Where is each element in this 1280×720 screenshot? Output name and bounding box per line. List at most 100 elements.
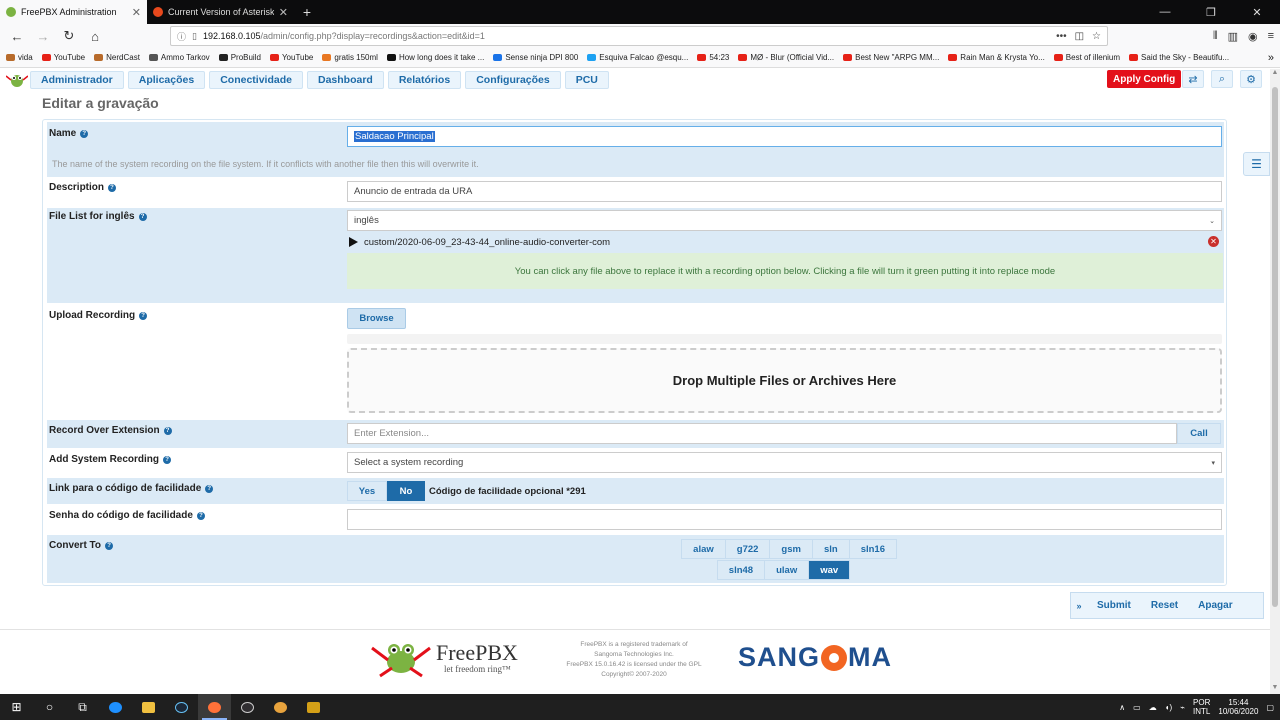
list-toggle-icon[interactable]: ☰	[1243, 152, 1270, 176]
network-icon[interactable]: ▭	[1133, 703, 1141, 712]
bookmark-item[interactable]: Esquiva Falcao @esqu...	[587, 53, 688, 62]
file-explorer-icon[interactable]	[132, 694, 165, 720]
menu-aplicacoes[interactable]: Aplicações	[127, 71, 206, 89]
notifications-icon[interactable]: ▢	[1266, 703, 1274, 712]
help-icon[interactable]: ?	[80, 129, 89, 138]
bookmark-item[interactable]: How long does it take ...	[386, 53, 484, 62]
windows-start-icon[interactable]: ⊞	[0, 694, 33, 720]
menu-pcu[interactable]: PCU	[564, 71, 609, 89]
task-view-icon[interactable]: ⧉	[66, 694, 99, 720]
submit-button[interactable]: Submit	[1087, 600, 1141, 611]
feature-code-no-button[interactable]: No	[387, 481, 425, 501]
feature-code-password-input[interactable]	[347, 509, 1222, 530]
convert-sln16-button[interactable]: sln16	[848, 539, 897, 559]
info-icon[interactable]: ⓘ	[177, 30, 186, 43]
language-select[interactable]: inglês ⌄	[347, 210, 1222, 231]
sangoma-logo[interactable]: SANG MA	[738, 642, 892, 673]
url-bar[interactable]: ⓘ ▯ 192.168.0.105/admin/config.php?displ…	[170, 26, 1108, 46]
reload-icon[interactable]: ↻	[58, 26, 80, 46]
minimize-icon[interactable]: —	[1142, 0, 1188, 24]
taskbar-clock[interactable]: 15:44 10/06/2020	[1218, 698, 1258, 716]
close-window-icon[interactable]: ✕	[1234, 0, 1280, 24]
file-dropzone[interactable]: Drop Multiple Files or Archives Here	[347, 348, 1222, 413]
cloud-icon[interactable]: ☁	[1149, 703, 1157, 712]
freepbx-logo-icon[interactable]	[4, 70, 30, 90]
menu-icon[interactable]: ≡	[1268, 30, 1274, 43]
close-icon[interactable]: ✕	[132, 6, 141, 19]
edge-icon[interactable]	[99, 694, 132, 720]
convert-ulaw-button[interactable]: ulaw	[764, 560, 810, 580]
help-icon[interactable]: ?	[105, 541, 114, 550]
more-bookmarks-icon[interactable]: »	[1268, 52, 1274, 64]
steam-icon[interactable]	[165, 694, 198, 720]
pocket-icon[interactable]: ◫	[1075, 31, 1084, 42]
bookmark-item[interactable]: Rain Man & Krysta Yo...	[948, 53, 1045, 62]
name-input[interactable]: Saldacao Principal	[347, 126, 1222, 147]
collapse-actions-icon[interactable]: »	[1071, 601, 1087, 611]
back-arrow-icon[interactable]: ←	[6, 26, 28, 46]
freepbx-footer-logo[interactable]: FreePBX let freedom ring™	[370, 638, 518, 678]
bookmark-item[interactable]: vida	[6, 53, 33, 62]
sidebar-icon[interactable]: ▥	[1228, 30, 1238, 43]
feature-code-yes-button[interactable]: Yes	[347, 481, 387, 501]
tab-freepbx-administration[interactable]: FreePBX Administration ✕	[0, 0, 147, 24]
convert-wav-button[interactable]: wav	[808, 560, 851, 580]
bookmark-item[interactable]: 54:23	[697, 53, 729, 62]
extension-input[interactable]: Enter Extension...	[347, 423, 1177, 444]
page-scrollbar[interactable]: ▲ ▼	[1270, 69, 1280, 694]
bookmark-item[interactable]: YouTube	[41, 53, 85, 62]
convert-sln48-button[interactable]: sln48	[716, 560, 766, 580]
firefox-icon[interactable]	[198, 694, 231, 720]
bookmark-item[interactable]: Sense ninja DPI 800	[493, 53, 578, 62]
language-icon[interactable]: ⇄	[1182, 70, 1204, 88]
more-actions-icon[interactable]: •••	[1056, 31, 1067, 42]
bookmark-star-icon[interactable]: ☆	[1092, 31, 1101, 42]
connection-icon[interactable]: ⌁	[1180, 703, 1185, 712]
volume-icon[interactable]: ◖)	[1165, 703, 1173, 712]
forward-arrow-icon[interactable]: →	[32, 26, 54, 46]
bookmark-item[interactable]: Best of illenium	[1053, 53, 1120, 62]
help-icon[interactable]: ?	[163, 426, 172, 435]
new-tab-icon[interactable]: +	[294, 0, 320, 24]
system-recording-select[interactable]: Select a system recording ▾	[347, 452, 1222, 473]
browse-button[interactable]: Browse	[347, 308, 406, 329]
app-icon[interactable]	[264, 694, 297, 720]
gear-icon[interactable]: ⚙	[1240, 70, 1262, 88]
help-icon[interactable]: ?	[108, 183, 117, 192]
menu-administrador[interactable]: Administrador	[30, 71, 124, 89]
url-text[interactable]: 192.168.0.105/admin/config.php?display=r…	[203, 31, 1050, 41]
menu-dashboard[interactable]: Dashboard	[307, 71, 384, 89]
home-icon[interactable]: ⌂	[84, 26, 106, 46]
bookmark-item[interactable]: gratis 150ml	[322, 53, 378, 62]
help-icon[interactable]: ?	[205, 484, 214, 493]
convert-g722-button[interactable]: g722	[724, 539, 771, 559]
tab-asterisk-version[interactable]: Current Version of Asterisk and ✕	[147, 0, 294, 24]
bookmark-item[interactable]: YouTube	[269, 53, 313, 62]
search-icon[interactable]: ○	[33, 694, 66, 720]
bookmark-item[interactable]: NerdCast	[94, 53, 140, 62]
reset-button[interactable]: Reset	[1141, 600, 1188, 611]
language-indicator[interactable]: POR INTL	[1193, 698, 1210, 716]
close-icon[interactable]: ✕	[279, 6, 288, 19]
help-icon[interactable]: ?	[196, 511, 205, 520]
account-icon[interactable]: ◉	[1248, 30, 1258, 43]
bookmark-item[interactable]: ProBuild	[218, 53, 261, 62]
help-icon[interactable]: ?	[163, 455, 172, 464]
help-icon[interactable]: ?	[139, 311, 148, 320]
bookmark-item[interactable]: MØ - Blur (Official Vid...	[738, 53, 834, 62]
search-icon[interactable]: ⌕	[1211, 70, 1233, 88]
menu-relatorios[interactable]: Relatórios	[387, 71, 462, 89]
play-icon[interactable]	[349, 237, 358, 247]
convert-sln-button[interactable]: sln	[811, 539, 850, 559]
bookmark-item[interactable]: Ammo Tarkov	[148, 53, 210, 62]
restore-icon[interactable]: ❐	[1188, 0, 1234, 24]
app-icon[interactable]	[297, 694, 330, 720]
delete-button[interactable]: Apagar	[1188, 600, 1242, 611]
scrollbar-thumb[interactable]	[1272, 87, 1278, 607]
remove-file-icon[interactable]: ✕	[1208, 236, 1219, 247]
bookmark-item[interactable]: Said the Sky - Beautifu...	[1129, 53, 1229, 62]
menu-configuracoes[interactable]: Configurações	[465, 71, 561, 89]
menu-conectividade[interactable]: Conectividade	[209, 71, 303, 89]
obs-icon[interactable]	[231, 694, 264, 720]
convert-gsm-button[interactable]: gsm	[769, 539, 813, 559]
